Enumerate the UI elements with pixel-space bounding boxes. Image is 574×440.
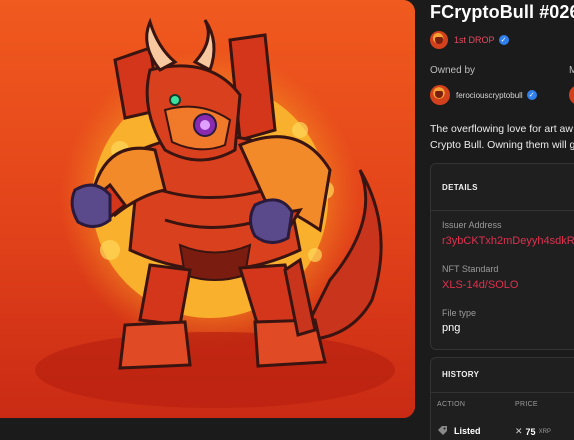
history-title: HISTORY (442, 370, 480, 379)
issuer-address-label: Issuer Address (442, 220, 502, 230)
description-line: Crypto Bull. Owning them will g (430, 139, 574, 151)
history-row-action: Listed (437, 425, 481, 436)
description-line: The overflowing love for art aw (430, 123, 573, 135)
history-panel: HISTORY ACTION PRICE Listed ✕ 75 XRP (430, 357, 574, 440)
file-type-label: File type (442, 308, 477, 318)
nft-standard-label: NFT Standard (442, 264, 499, 274)
price-column-header: PRICE (515, 401, 538, 408)
file-type-value: png (442, 322, 461, 334)
nft-title: FCryptoBull #026 (430, 2, 574, 22)
nft-artwork[interactable] (0, 0, 415, 418)
divider (431, 392, 574, 393)
nft-standard-link[interactable]: XLS-14d/SOLO (442, 279, 518, 291)
nft-description: The overflowing love for art aw Crypto B… (430, 121, 574, 153)
history-price-currency: XRP (538, 428, 551, 435)
verified-check-icon: ✓ (526, 90, 537, 100)
history-price-value: 75 (525, 426, 536, 437)
second-column-avatar-icon[interactable] (569, 85, 574, 105)
details-title: DETAILS (442, 183, 478, 192)
divider (431, 210, 574, 211)
collection-name: 1st DROP (454, 35, 495, 45)
verified-check-icon: ✓ (498, 35, 509, 45)
bull-avatar-icon (430, 31, 448, 49)
history-action-text: Listed (454, 425, 481, 436)
details-panel: DETAILS Issuer Address r3ybCKTxh2mDeyyh4… (430, 163, 574, 350)
tag-icon (437, 425, 448, 436)
owner-link[interactable]: ferociouscryptobull ✓ (430, 85, 537, 105)
owner-avatar-icon (430, 85, 450, 105)
owned-by-label: Owned by (430, 65, 476, 76)
nft-info-column: FCryptoBull #026 1st DROP ✓ Owned by M f… (430, 0, 574, 440)
second-column-label: M (569, 65, 574, 76)
issuer-address-link[interactable]: r3ybCKTxh2mDeyyh4sdkR (442, 235, 574, 247)
history-row-price: ✕ 75 XRP (515, 426, 551, 437)
collection-link[interactable]: 1st DROP ✓ (430, 31, 509, 49)
owner-name: ferociouscryptobull (456, 90, 523, 100)
action-column-header: ACTION (437, 401, 466, 408)
xrp-icon: ✕ (515, 426, 523, 436)
bull-robot-illustration (0, 0, 415, 418)
